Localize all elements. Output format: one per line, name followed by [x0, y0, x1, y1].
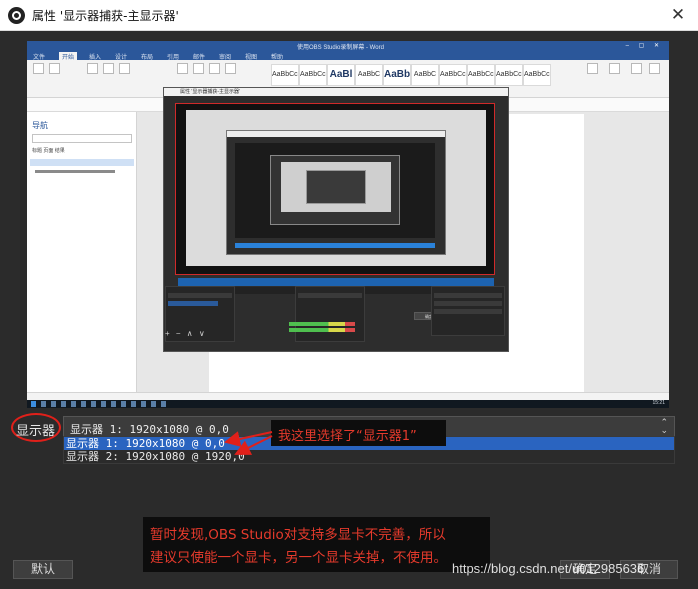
- annotation-note-line-2: 建议只使能一个显卡，另一个显卡关掉，不使用。: [150, 550, 447, 566]
- obs-controls-dock: [431, 286, 505, 336]
- nested-obs-title-bar: 属性 '显示器捕获-主显示器': [164, 88, 508, 96]
- dock-row-selected: [168, 301, 218, 306]
- style-gallery-item: AaBbC: [411, 64, 439, 86]
- taskbar-app-icon: [161, 401, 166, 407]
- dock-row: [298, 293, 362, 298]
- word-navigation-pane: 导航 标题 页面 结果: [27, 112, 137, 392]
- taskbar-clock: 15:21: [652, 400, 665, 406]
- word-window-title: 使用OBS Studio录制屏幕 - Word: [297, 45, 384, 51]
- recursive-preview: [235, 143, 435, 238]
- defaults-button[interactable]: 默认: [13, 560, 73, 579]
- style-gallery-item: AaBbCcI: [271, 64, 299, 86]
- recursive-title-bar: [227, 131, 445, 137]
- nav-pane-tabs: 标题 页面 结果: [32, 148, 65, 154]
- style-gallery-item: AaBbCcI: [523, 64, 551, 86]
- word-window-controls: – ▢ ✕: [625, 43, 663, 49]
- annotation-callout: 我这里选择了“显示器1”: [278, 429, 417, 444]
- nav-selected-heading: [30, 159, 134, 166]
- window-title: 属性 '显示器捕获-主显示器': [32, 9, 179, 23]
- style-gallery-item: AaBbCcI: [467, 64, 495, 86]
- replace-icon: [609, 63, 620, 74]
- nested-selected-option: [178, 278, 494, 286]
- italic-icon: [119, 63, 130, 74]
- taskbar-app-icon: [141, 401, 146, 407]
- style-gallery-item: AaBbCcI: [299, 64, 327, 86]
- style-gallery-item: AaBbC: [355, 64, 383, 86]
- recursive-obs-window: [226, 130, 446, 255]
- annotation-note-line-1: 暂时发现,OBS Studio对支持多显卡不完善，所以: [150, 527, 446, 543]
- taskbar-app-icon: [101, 401, 106, 407]
- find-icon: [587, 63, 598, 74]
- taskbar-app-icon: [111, 401, 116, 407]
- dock-row: [434, 293, 502, 298]
- taskbar-app-icon: [131, 401, 136, 407]
- style-gallery-item: AaBbC: [383, 64, 411, 86]
- select-icon: [631, 63, 642, 74]
- cut-icon: [49, 63, 60, 74]
- taskbar-app-icon: [51, 401, 56, 407]
- display-label: 显示器: [16, 424, 56, 439]
- watermark: https://blog.csdn.net/u012985636: [452, 561, 645, 576]
- taskbar-app-icon: [71, 401, 76, 407]
- nav-search-box: [32, 134, 132, 143]
- taskbar-app-icon: [61, 401, 66, 407]
- dictate-icon: [649, 63, 660, 74]
- list-icon: [193, 63, 204, 74]
- bold-icon: [103, 63, 114, 74]
- word-ribbon-tabs: 文件 开始 插入 设计 布局 引用 邮件 审阅 视图 帮助: [27, 51, 669, 61]
- word-status-bar: [27, 392, 669, 400]
- title-bar: 属性 '显示器捕获-主显示器' ✕: [0, 0, 698, 31]
- taskbar-app-icon: [91, 401, 96, 407]
- dock-row: [168, 293, 232, 298]
- paste-icon: [33, 63, 44, 74]
- nav-pane-title: 导航: [32, 121, 48, 130]
- nav-heading: [35, 170, 115, 173]
- windows-taskbar: 15:21: [27, 400, 669, 408]
- nested-obs-title: 属性 '显示器捕获-主显示器': [180, 89, 240, 95]
- obs-logo-icon: [8, 7, 25, 24]
- start-icon: [31, 401, 36, 407]
- audio-meter: [289, 322, 355, 326]
- audio-meter: [289, 328, 355, 332]
- taskbar-app-icon: [121, 401, 126, 407]
- dock-row: [434, 301, 502, 306]
- taskbar-app-icon: [41, 401, 46, 407]
- dock-controls: + − ∧ ∨: [165, 329, 207, 338]
- style-gallery-item: AaBl: [327, 64, 355, 86]
- word-title-bar: 使用OBS Studio录制屏幕 - Word – ▢ ✕: [27, 41, 669, 51]
- align-icon: [177, 63, 188, 74]
- capture-preview: 使用OBS Studio录制屏幕 - Word – ▢ ✕ 文件 开始 插入 设…: [27, 41, 669, 408]
- nested-capture: [186, 110, 486, 266]
- sort-icon: [225, 63, 236, 74]
- font-icon: [87, 63, 98, 74]
- close-button[interactable]: ✕: [658, 0, 698, 31]
- recursive-obs-window-3: [306, 170, 366, 204]
- nested-obs-preview: [175, 103, 495, 275]
- taskbar-app-icon: [81, 401, 86, 407]
- dock-row: [434, 309, 502, 314]
- display-select-value: 显示器 1: 1920x1080 @ 0,0: [70, 423, 229, 436]
- display-option-2[interactable]: 显示器 2: 1920x1080 @ 1920,0: [64, 450, 674, 463]
- recursive-obs-window-2: [270, 155, 400, 225]
- recursive-preview-2: [281, 162, 391, 212]
- taskbar-app-icon: [151, 401, 156, 407]
- style-gallery-item: AaBbCcI: [439, 64, 467, 86]
- chevron-updown-icon: ⌃ ⌄: [660, 418, 668, 436]
- indent-icon: [209, 63, 220, 74]
- style-gallery-item: AaBbCcI: [495, 64, 523, 86]
- recursive-selected-option: [235, 243, 435, 248]
- obs-sources-dock: [295, 286, 365, 342]
